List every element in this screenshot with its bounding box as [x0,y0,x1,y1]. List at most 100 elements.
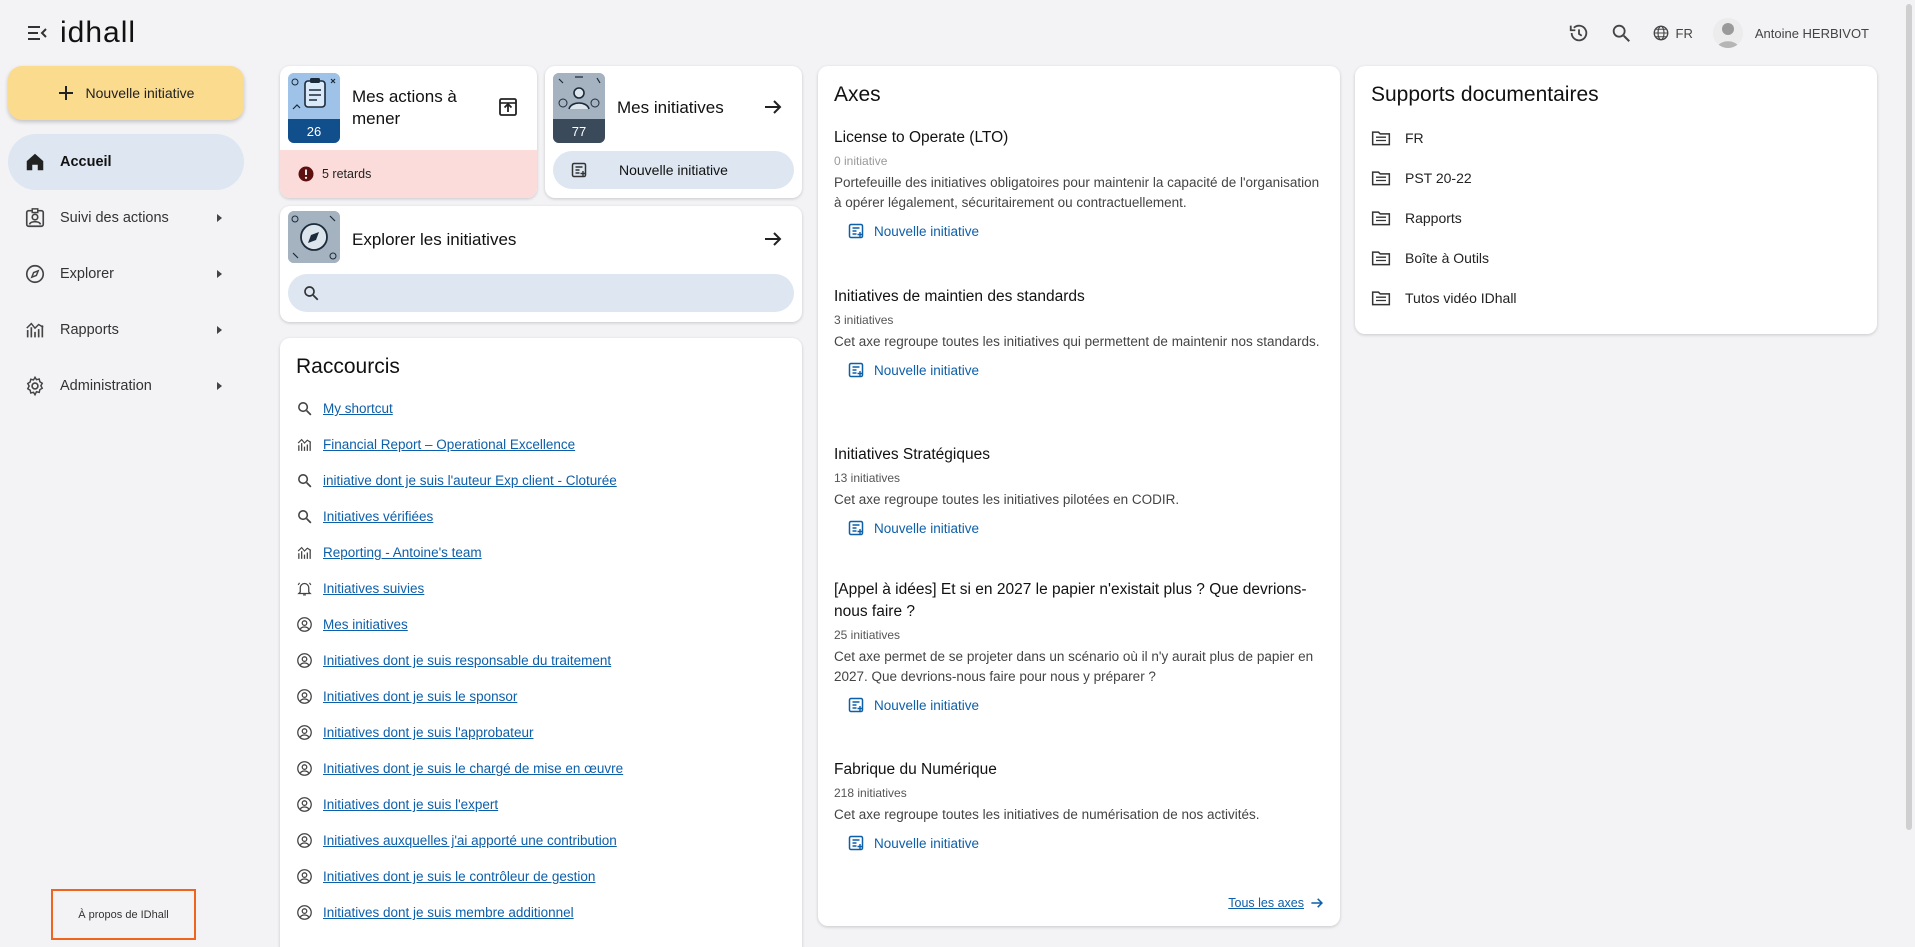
shortcut-item[interactable]: Initiatives dont je suis le chargé de mi… [296,760,623,777]
late-count: 5 retards [322,167,372,181]
shortcut-item[interactable]: Initiatives dont je suis l'expert [296,796,498,813]
globe-icon [1653,25,1668,41]
shortcut-link[interactable]: Initiatives dont je suis le contrôleur d… [323,869,595,884]
arrow-right-icon [1311,898,1323,908]
shortcut-link[interactable]: Initiatives dont je suis l'expert [323,797,498,812]
shortcut-item[interactable]: Reporting - Antoine's team [296,544,482,561]
sidebar-item-explorer[interactable]: Explorer [8,246,244,302]
axis-new-initiative-label: Nouvelle initiative [874,362,980,378]
shortcut-link[interactable]: Initiatives suivies [323,581,424,596]
documentation-card: Supports documentaires FR PST 20-22 Rappor… [1355,66,1877,334]
note-add-icon [848,835,864,851]
new-initiative-button[interactable]: Nouvelle initiative [8,66,244,120]
page-scrollbar[interactable] [1905,0,1913,947]
scrollbar-thumb[interactable] [1906,4,1912,830]
shortcut-link[interactable]: Reporting - Antoine's team [323,545,482,560]
axis-new-initiative-button[interactable]: Nouvelle initiative [848,362,1324,378]
axis-item: Initiatives Stratégiques 13 initiatives Ce… [834,444,1324,536]
search-icon [304,286,319,301]
caret-right-icon [217,214,222,222]
note-add-icon [848,362,864,378]
clipboard-user-icon [24,207,46,229]
chart-icon [296,544,313,561]
shortcut-item[interactable]: Initiatives dont je suis le sponsor [296,688,517,705]
shortcut-link[interactable]: initiative dont je suis l'auteur Exp cli… [323,473,617,488]
axis-name[interactable]: [Appel à idées] Et si en 2027 le papier … [834,579,1324,623]
user-circle-icon [296,652,313,669]
user-menu[interactable]: Antoine HERBIVOT [1712,18,1869,48]
document-folder[interactable]: Tutos vidéo IDhall [1371,288,1517,308]
axis-new-initiative-button[interactable]: Nouvelle initiative [848,697,1324,713]
shortcut-item[interactable]: Initiatives vérifiées [296,508,433,525]
menu-toggle-icon[interactable] [26,22,48,44]
user-circle-icon [296,616,313,633]
explore-search-input[interactable] [288,274,794,312]
user-circle-icon [296,796,313,813]
open-in-new-icon[interactable] [498,97,518,117]
shortcuts-card: Raccourcis My shortcut Financial Report –… [280,338,802,947]
folder-icon [1371,208,1391,228]
shortcut-link[interactable]: Initiatives dont je suis le sponsor [323,689,517,704]
sidebar-item-administration[interactable]: Administration [8,358,244,414]
shortcut-link[interactable]: Initiatives auxquelles j'ai apporté une … [323,833,617,848]
shortcut-item[interactable]: Initiatives dont je suis le contrôleur d… [296,868,595,885]
document-folder[interactable]: Boîte à Outils [1371,248,1489,268]
shortcut-item[interactable]: Initiatives auxquelles j'ai apporté une … [296,832,617,849]
new-initiative-pill[interactable]: Nouvelle initiative [553,151,794,189]
my-initiatives-card[interactable]: 77 Mes initiatives Nouvelle initiative [545,66,802,198]
explore-initiatives-card[interactable]: Explorer les initiatives [280,206,802,322]
shortcut-item[interactable]: Initiatives suivies [296,580,424,597]
shortcut-item[interactable]: Initiatives dont je suis responsable du … [296,652,611,669]
document-folder[interactable]: FR [1371,128,1424,148]
shortcut-link[interactable]: Initiatives dont je suis responsable du … [323,653,611,668]
shortcut-link[interactable]: Initiatives dont je suis l'approbateur [323,725,533,740]
search-icon [296,508,313,525]
axis-description: Cet axe regroupe toutes les initiatives … [834,807,1260,822]
shortcut-item[interactable]: Initiatives dont je suis l'approbateur [296,724,533,741]
about-link[interactable]: À propos de IDhall [51,889,196,940]
axis-name[interactable]: Initiatives de maintien des standards [834,286,1324,308]
shortcut-link[interactable]: Mes initiatives [323,617,408,632]
sidebar-item-label: Suivi des actions [60,210,169,226]
documentation-title: Supports documentaires [1371,83,1599,106]
late-actions-banner[interactable]: 5 retards [280,150,537,198]
caret-right-icon [217,382,222,390]
shortcut-link[interactable]: Financial Report – Operational Excellenc… [323,437,575,452]
shortcut-link[interactable]: Initiatives dont je suis le chargé de mi… [323,761,623,776]
shortcut-item[interactable]: Financial Report – Operational Excellenc… [296,436,575,453]
language-selector[interactable]: FR [1652,24,1693,42]
axis-description: Cet axe regroupe toutes les initiatives … [834,492,1180,507]
sidebar-item-accueil[interactable]: Accueil [8,134,244,190]
app-logo[interactable]: idhall [60,16,136,50]
actions-count: 26 [288,119,340,143]
chart-icon [296,436,313,453]
my-actions-card[interactable]: 26 Mes actions à mener 5 retards [280,66,537,198]
shortcut-link[interactable]: My shortcut [323,401,393,416]
document-folder[interactable]: Rapports [1371,208,1462,228]
shortcut-link[interactable]: Initiatives dont je suis membre addition… [323,905,574,920]
history-icon[interactable] [1568,22,1590,44]
shortcut-item[interactable]: Mes initiatives [296,616,408,633]
all-axes-link[interactable]: Tous les axes [1228,896,1324,910]
arrow-right-icon[interactable] [763,97,783,117]
sidebar-item-suivi-des-actions[interactable]: Suivi des actions [8,190,244,246]
axis-new-initiative-button[interactable]: Nouvelle initiative [848,835,1324,851]
shortcut-item[interactable]: initiative dont je suis l'auteur Exp cli… [296,472,617,489]
axis-item: Fabrique du Numérique 218 initiatives Cet … [834,759,1324,851]
shortcut-item[interactable]: My shortcut [296,400,393,417]
axis-name[interactable]: Fabrique du Numérique [834,759,1324,781]
shortcut-link[interactable]: Initiatives vérifiées [323,509,433,524]
shortcut-item[interactable]: Initiatives dont je suis membre addition… [296,904,574,921]
sidebar-item-rapports[interactable]: Rapports [8,302,244,358]
axis-new-initiative-button[interactable]: Nouvelle initiative [848,520,1324,536]
axis-count: 218 initiatives [834,786,907,800]
sidebar-item-label: Explorer [60,266,114,282]
document-folder[interactable]: PST 20-22 [1371,168,1472,188]
folder-label: FR [1405,130,1424,146]
arrow-right-icon[interactable] [763,229,783,249]
search-icon[interactable] [1610,22,1632,44]
axis-name[interactable]: License to Operate (LTO) [834,127,1324,149]
axis-name[interactable]: Initiatives Stratégiques [834,444,1324,466]
axis-new-initiative-button[interactable]: Nouvelle initiative [848,223,1324,239]
axis-count: 25 initiatives [834,628,901,642]
